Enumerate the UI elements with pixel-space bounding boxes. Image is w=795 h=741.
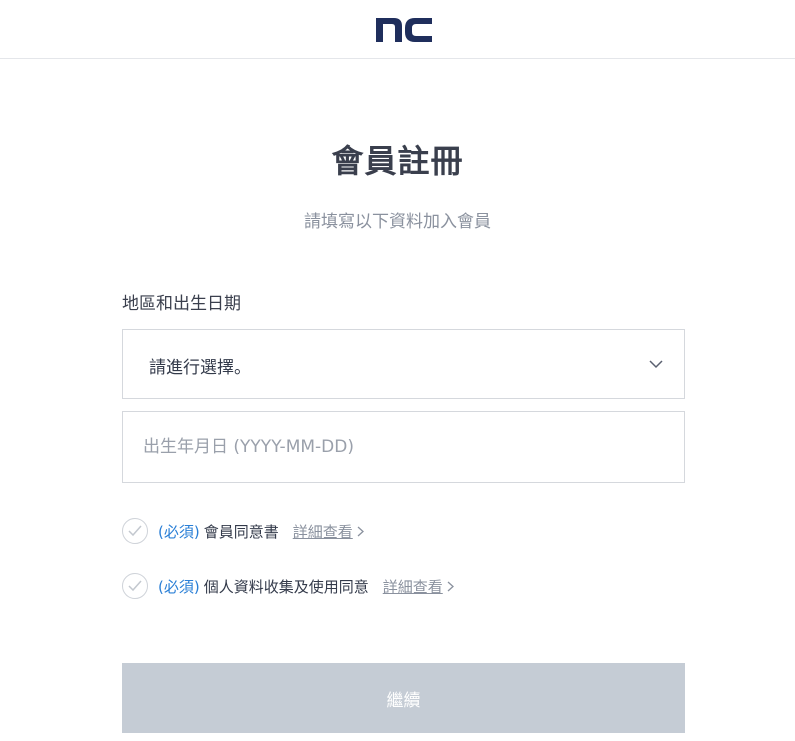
privacy-agreement-text: 個人資料收集及使用同意 (203, 577, 369, 596)
birthdate-field-wrapper (122, 411, 685, 483)
check-icon (128, 580, 142, 592)
chevron-right-icon (447, 581, 454, 591)
detail-link-label: 詳細查看 (292, 522, 353, 541)
region-birthdate-label: 地區和出生日期 (122, 294, 241, 314)
page-subtitle: 請填寫以下資料加入會員 (304, 212, 491, 232)
privacy-detail-link[interactable]: 詳細查看 (383, 576, 454, 597)
agreement-row-privacy: (必須) 個人資料收集及使用同意 詳細查看 (122, 572, 454, 600)
chevron-down-icon (649, 360, 663, 369)
header (0, 0, 795, 59)
birthdate-input[interactable] (123, 412, 684, 482)
required-label: (必須) (158, 522, 200, 541)
membership-detail-link[interactable]: 詳細查看 (293, 521, 364, 542)
check-icon (128, 525, 142, 537)
nc-logo[interactable] (374, 12, 434, 44)
agreement-row-membership: (必須) 會員同意書 詳細查看 (122, 517, 364, 545)
membership-agreement-text: 會員同意書 (203, 522, 279, 541)
region-select-value: 請進行選擇。 (149, 358, 251, 378)
region-select[interactable]: 請進行選擇。 (122, 329, 685, 399)
page-title: 會員註冊 (331, 142, 464, 180)
continue-button[interactable]: 繼續 (122, 663, 685, 733)
privacy-agree-checkbox[interactable] (122, 573, 148, 599)
chevron-right-icon (357, 526, 364, 536)
membership-agree-checkbox[interactable] (122, 518, 148, 544)
detail-link-label: 詳細查看 (382, 577, 443, 596)
required-label: (必須) (158, 577, 200, 596)
